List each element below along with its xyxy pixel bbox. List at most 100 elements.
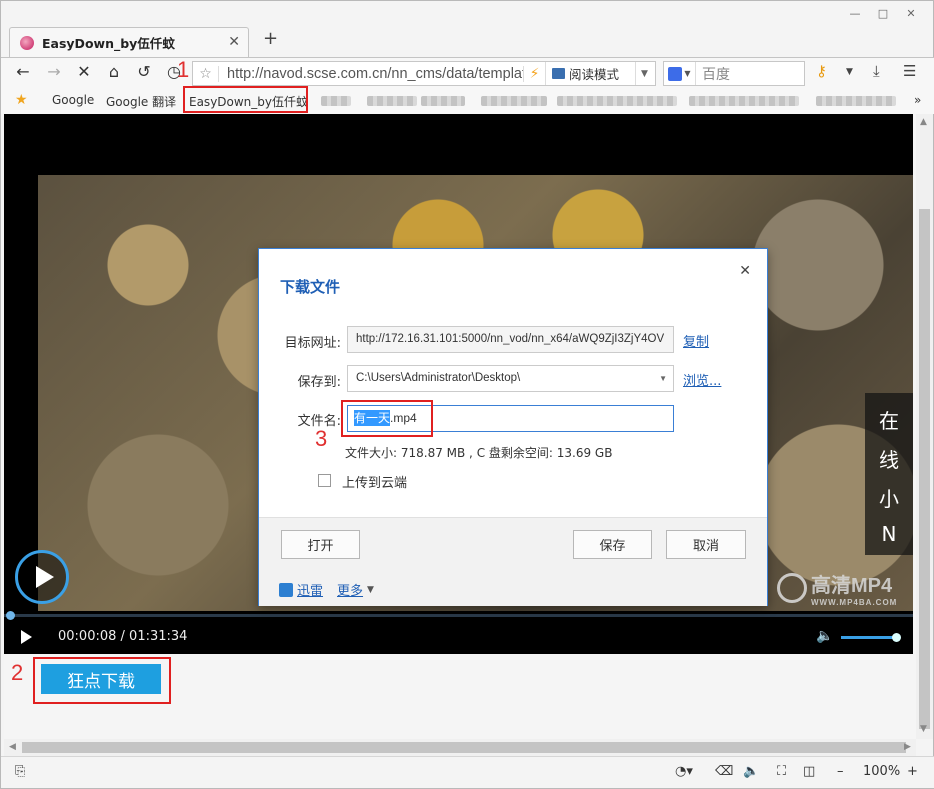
chevron-down-icon: ▼ [684, 69, 691, 78]
more-link[interactable]: 更多 [337, 580, 363, 599]
time-separator: / [116, 629, 130, 644]
blurred-bookmark[interactable] [367, 96, 417, 106]
horizontal-scroll-thumb[interactable] [22, 742, 906, 753]
volume-icon[interactable]: 🔈 [816, 628, 833, 644]
sound-icon[interactable]: 🔈 [743, 764, 759, 779]
reader-mode-label: 阅读模式 [569, 67, 620, 82]
zoom-level[interactable]: 100% [863, 764, 900, 779]
big-play-button[interactable] [15, 550, 69, 604]
scroll-right-icon[interactable]: ▶ [904, 742, 911, 752]
copy-link[interactable]: 复制 [683, 331, 709, 350]
menu-icon[interactable]: ☰ [903, 62, 916, 80]
back-icon[interactable]: ← [12, 62, 34, 81]
play-icon[interactable] [21, 630, 32, 644]
address-bar[interactable]: ☆ http://navod.scse.com.cn/nn_cms/data/t… [192, 61, 656, 86]
side-char: 在 [879, 409, 899, 433]
bookmarks-star-icon[interactable]: ★ [15, 92, 28, 108]
annotation-box-1 [183, 86, 308, 113]
nav-toolbar: ← → ✕ ⌂ ↺ ◷ ☆ http://navod.scse.com.cn/n… [1, 57, 934, 87]
filename-label: 文件名: [297, 414, 341, 429]
tab-close-icon[interactable]: ✕ [228, 34, 240, 50]
url-dropdown-icon[interactable]: ▼ [635, 62, 653, 85]
open-button[interactable]: 打开 [281, 530, 360, 559]
undo-icon[interactable]: ↺ [133, 62, 155, 81]
target-url-label: 目标网址: [284, 336, 341, 351]
side-char: N [881, 522, 897, 546]
xunlei-row: 迅雷 更多 ▼ [279, 580, 374, 599]
cancel-button[interactable]: 取消 [666, 530, 746, 559]
upload-checkbox[interactable] [318, 474, 331, 487]
search-engine-selector[interactable]: ▼ [664, 62, 696, 85]
blurred-bookmark[interactable] [689, 96, 799, 106]
blurred-bookmark[interactable] [421, 96, 465, 106]
save-to-select[interactable]: C:\Users\Administrator\Desktop\ [347, 365, 674, 392]
horizontal-scrollbar[interactable]: ◀ ▶ [4, 739, 916, 756]
bookmarks-more[interactable]: » [914, 93, 921, 107]
download-dialog: 下载文件 ✕ 目标网址: http://172.16.31.101:5000/n… [258, 248, 768, 606]
annotation-box-3 [341, 400, 433, 437]
dialog-close-icon[interactable]: ✕ [739, 263, 751, 279]
search-placeholder[interactable]: 百度 [696, 64, 730, 84]
sidebar-toggle-icon[interactable]: ⎘ [15, 764, 25, 779]
volume-slider[interactable] [841, 633, 901, 642]
zoom-in-icon[interactable]: + [907, 764, 918, 779]
vertical-scrollbar[interactable]: ▲ ▼ [916, 114, 933, 739]
home-icon[interactable]: ⌂ [103, 62, 125, 81]
download-icon[interactable]: ⤓ [873, 62, 880, 80]
speed-dial-icon[interactable]: ◔▾ [675, 764, 693, 779]
download-button[interactable]: 狂点下载 [41, 664, 161, 694]
book-icon [552, 68, 565, 79]
url-text[interactable]: http://navod.scse.com.cn/nn_cms/data/tem… [219, 66, 523, 82]
side-char: 小 [879, 487, 899, 511]
upload-label[interactable]: 上传到云端 [342, 472, 407, 491]
time-display: 00:00:08 / 01:31:34 [58, 629, 187, 644]
bookmark-google[interactable]: Google [52, 93, 94, 107]
scroll-left-icon[interactable]: ◀ [9, 742, 16, 752]
side-char: 线 [879, 448, 899, 472]
more-chevron-icon[interactable]: ▼ [367, 585, 374, 595]
tab-active[interactable]: EasyDown_by伍仟蚊 ✕ [9, 27, 249, 57]
search-box[interactable]: ▼ 百度 [663, 61, 805, 86]
reader-mode-button[interactable]: 阅读模式 [545, 62, 635, 85]
blurred-bookmark[interactable] [321, 96, 351, 106]
progress-knob[interactable] [6, 611, 15, 620]
baidu-paw-icon [668, 66, 683, 81]
blurred-bookmark[interactable] [481, 96, 547, 106]
scroll-down-icon[interactable]: ▼ [920, 724, 927, 734]
dialog-footer: 打开 保存 取消 迅雷 更多 ▼ [259, 517, 767, 606]
blurred-bookmark[interactable] [557, 96, 677, 106]
target-url-field[interactable]: http://172.16.31.101:5000/nn_vod/nn_x64/… [347, 326, 674, 353]
split-view-icon[interactable]: ◫ [803, 764, 815, 779]
file-size-info: 文件大小: 718.87 MB , C 盘剩余空间: 13.69 GB [345, 446, 613, 460]
screenshot-icon[interactable]: ⌫ [715, 764, 733, 779]
scroll-up-icon[interactable]: ▲ [920, 117, 927, 127]
annotation-number-2: 2 [11, 660, 24, 685]
annotation-number-1: 1 [177, 57, 190, 82]
key-icon[interactable]: ⚷ [816, 62, 827, 80]
xunlei-link[interactable]: 迅雷 [297, 580, 323, 599]
forward-icon[interactable]: → [43, 62, 65, 81]
zoom-out-icon[interactable]: – [837, 764, 844, 779]
current-time: 00:00:08 [58, 629, 117, 644]
key-dropdown-icon[interactable]: ▼ [846, 67, 853, 77]
video-progress-bar[interactable] [4, 611, 913, 620]
vertical-scroll-thumb[interactable] [919, 209, 930, 729]
tab-strip: EasyDown_by伍仟蚊 ✕ + [1, 1, 934, 57]
volume-knob[interactable] [892, 633, 901, 642]
browse-link[interactable]: 浏览... [683, 370, 721, 389]
annotation-number-3: 3 [315, 426, 328, 451]
new-tab-button[interactable]: + [263, 28, 278, 49]
xunlei-icon [279, 582, 293, 597]
blurred-bookmark[interactable] [816, 96, 896, 106]
mp4ba-watermark: 高清MP4 WWW.MP4BA.COM [777, 569, 897, 607]
bookmark-google-translate[interactable]: Google 翻译 [106, 93, 176, 110]
save-to-value: C:\Users\Administrator\Desktop\ [356, 372, 521, 384]
fullscreen-icon[interactable]: ⛶ [777, 764, 786, 779]
save-button[interactable]: 保存 [573, 530, 652, 559]
stop-icon[interactable]: ✕ [73, 62, 95, 81]
player-controls: 00:00:08 / 01:31:34 🔈 [4, 621, 913, 654]
duration: 01:31:34 [129, 629, 188, 644]
watermark-text: 高清MP4 [811, 575, 893, 597]
lightning-icon[interactable]: ⚡ [523, 65, 545, 82]
bookmark-star-icon[interactable]: ☆ [193, 65, 219, 82]
